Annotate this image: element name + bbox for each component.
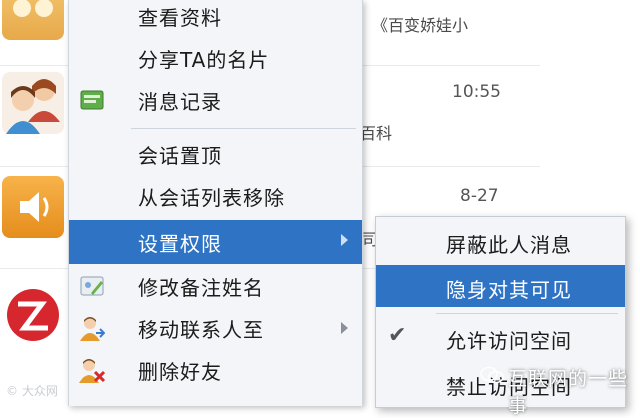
- menu-item-remove-from-list[interactable]: 从会话列表移除: [69, 176, 362, 216]
- group-people-icon: [13, 0, 53, 17]
- menu-item-label: 设置权限: [138, 231, 222, 256]
- menu-item-label: 分享TA的名片: [138, 47, 270, 72]
- submenu-item-block-messages[interactable]: 屏蔽此人消息: [376, 221, 625, 261]
- menu-item-label: 修改备注姓名: [138, 275, 264, 300]
- delete-friend-icon: [79, 357, 106, 383]
- submenu-item-invisible-visible[interactable]: 隐身对其可见: [376, 265, 625, 307]
- conversation-time: 10:55: [452, 82, 501, 102]
- za-logo-icon: [7, 289, 59, 341]
- message-record-icon: [79, 87, 105, 113]
- menu-item-view-profile[interactable]: 查看资料: [69, 0, 362, 36]
- group-avatar-1[interactable]: [2, 0, 64, 40]
- conversation-time: 8-27: [460, 186, 499, 206]
- move-contact-icon: [79, 315, 106, 341]
- menu-item-edit-remark[interactable]: 修改备注姓名: [69, 266, 362, 306]
- submenu-item-allow-space[interactable]: ✔ 允许访问空间: [376, 317, 625, 357]
- watermark-left: © 大众网: [6, 384, 58, 398]
- logo-avatar[interactable]: [2, 284, 64, 346]
- submenu-item-label: 允许访问空间: [446, 329, 572, 353]
- speaker-avatar[interactable]: [2, 176, 64, 238]
- conversation-snippet: 百科: [360, 124, 393, 143]
- submenu-item-label: 屏蔽此人消息: [446, 233, 572, 257]
- submenu-arrow-icon: [341, 322, 348, 334]
- context-menu: 查看资料 分享TA的名片 消息记录 会话置顶 从会话列表移除 设置权限 修改备注…: [68, 0, 363, 406]
- menu-item-share-card[interactable]: 分享TA的名片: [69, 38, 362, 78]
- menu-item-label: 删除好友: [138, 359, 222, 384]
- edit-name-icon: [79, 273, 105, 299]
- wechat-icon: [480, 366, 504, 384]
- menu-item-delete-friend[interactable]: 删除好友: [69, 350, 362, 390]
- watermark-right: 互联网的一些事: [508, 368, 629, 417]
- avatar-column: [0, 0, 68, 406]
- speaker-icon: [20, 192, 49, 222]
- menu-item-label: 查看资料: [138, 5, 222, 30]
- conversation-snippet: 《百变娇娃小: [372, 16, 469, 35]
- people-icon: [6, 79, 60, 134]
- menu-item-move-contact[interactable]: 移动联系人至: [69, 308, 362, 348]
- menu-item-label: 会话置顶: [138, 143, 222, 168]
- menu-item-pin-conversation[interactable]: 会话置顶: [69, 134, 362, 174]
- submenu-arrow-icon: [341, 234, 348, 246]
- group-avatar-2[interactable]: [2, 72, 64, 134]
- menu-item-set-permissions[interactable]: 设置权限: [69, 220, 362, 264]
- menu-item-message-record[interactable]: 消息记录: [69, 80, 362, 120]
- submenu-item-label: 隐身对其可见: [446, 278, 572, 302]
- menu-item-label: 移动联系人至: [138, 317, 264, 342]
- menu-separator: [436, 313, 618, 314]
- menu-item-label: 从会话列表移除: [138, 185, 285, 210]
- menu-item-label: 消息记录: [138, 89, 222, 114]
- check-icon: ✔: [388, 323, 407, 348]
- menu-separator: [131, 128, 356, 129]
